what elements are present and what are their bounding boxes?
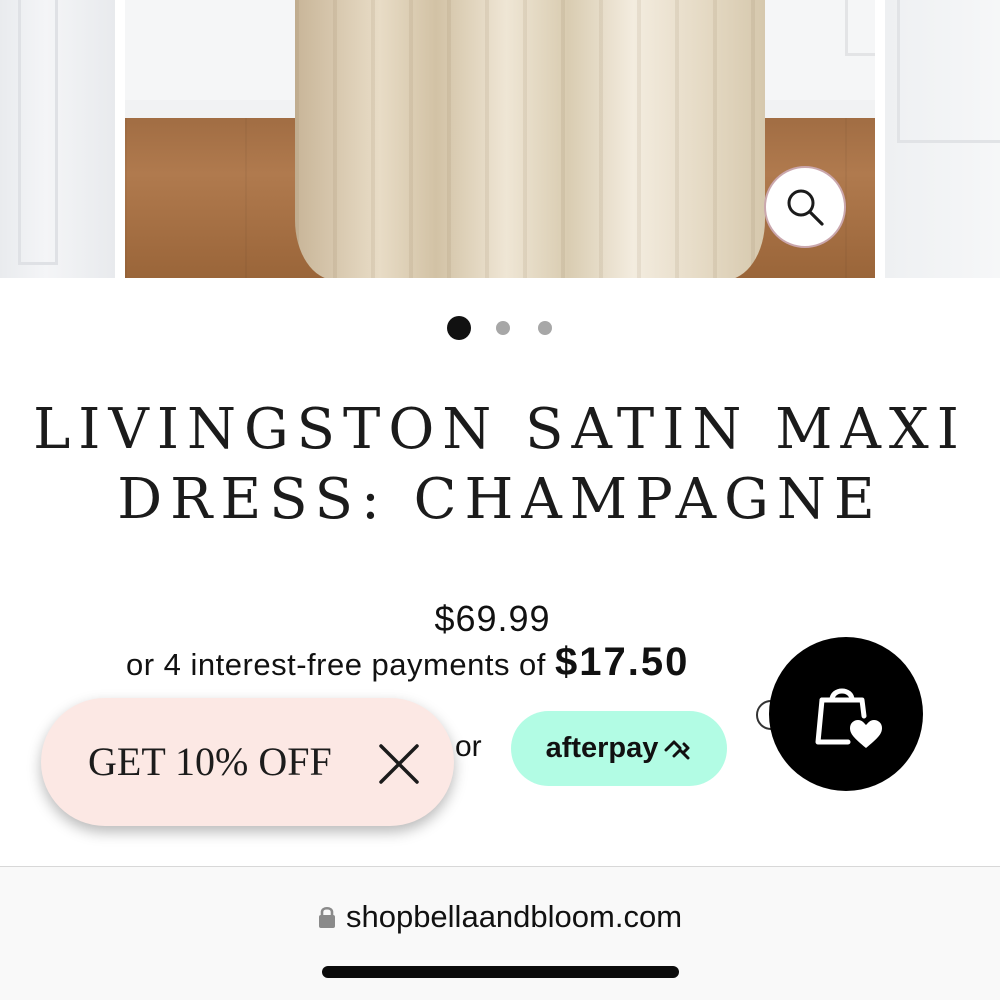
product-title: LIVINGSTON SATIN MAXI DRESS: CHAMPAGNE <box>33 397 967 532</box>
afterpay-badge[interactable]: afterpay <box>511 711 727 786</box>
search-icon <box>787 189 824 226</box>
afterpay-logo-icon <box>664 740 690 759</box>
pagination-dot-active[interactable] <box>447 316 471 340</box>
previous-product-image[interactable] <box>0 0 115 278</box>
carousel-pagination <box>0 316 1000 340</box>
afterpay-label: afterpay <box>545 732 659 764</box>
product-price: $69.99 <box>434 598 551 639</box>
url-display[interactable]: shopbellaandbloom.com <box>0 899 1000 935</box>
dress-folds <box>295 0 765 278</box>
browser-address-bar[interactable]: shopbellaandbloom.com <box>0 867 1000 1000</box>
installment-amount: $17.50 <box>555 640 690 684</box>
main-product-image[interactable] <box>125 0 875 278</box>
product-image-carousel[interactable] <box>0 0 1000 278</box>
close-icon[interactable] <box>375 740 423 788</box>
wall-panel <box>845 0 875 56</box>
home-indicator[interactable] <box>322 966 679 978</box>
wall-molding <box>897 0 1000 143</box>
cart-button[interactable] <box>769 637 923 791</box>
lock-icon <box>318 906 335 928</box>
wall-molding <box>18 0 58 265</box>
pagination-dot[interactable] <box>538 321 552 335</box>
zoom-button[interactable] <box>764 166 846 248</box>
shopping-bag-heart-icon <box>815 688 882 748</box>
or-label: or <box>455 730 482 763</box>
pagination-dot[interactable] <box>496 321 510 335</box>
discount-label[interactable]: GET 10% OFF <box>88 738 332 785</box>
discount-popup[interactable]: GET 10% OFF <box>41 698 454 826</box>
url-text: shopbellaandbloom.com <box>345 899 683 934</box>
installment-text: or 4 interest-free payments of <box>126 647 556 682</box>
product-page: LIVINGSTON SATIN MAXI DRESS: CHAMPAGNE $… <box>0 0 1000 1000</box>
installment-info: or 4 interest-free payments of $17.50 <box>126 640 826 685</box>
next-product-image[interactable] <box>885 0 1000 278</box>
